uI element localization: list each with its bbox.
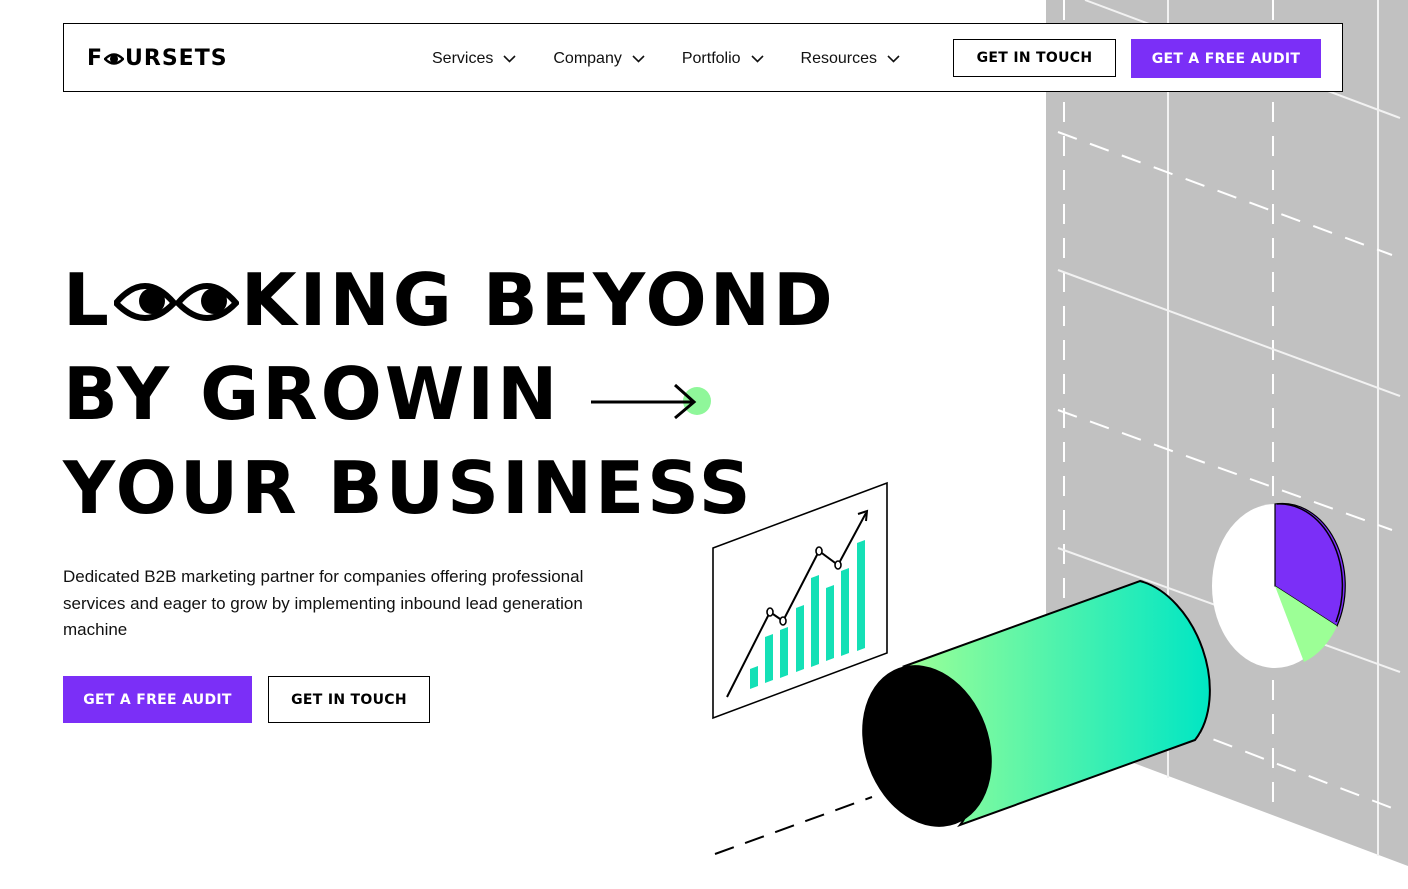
chevron-down-icon [503, 55, 516, 63]
nav-item-company[interactable]: Company [553, 48, 645, 70]
nav-label: Portfolio [681, 50, 741, 67]
nav-label: Resources [800, 50, 878, 67]
hero-line-2: BY GROWIN [63, 352, 561, 436]
hero-illustration [712, 0, 1408, 866]
brand-logo[interactable]: F URSETS [87, 46, 228, 72]
site-header: F URSETS Services Company Portfolio Reso… [63, 23, 1343, 92]
arrow-right-icon [591, 383, 711, 420]
hero-line-3: YOUR BUSINESS [63, 446, 754, 530]
chevron-down-icon [887, 55, 900, 63]
eyes-icon [113, 283, 239, 321]
logo-text-end: URSETS [125, 46, 228, 71]
header-get-in-touch-button[interactable]: GET IN TOUCH [953, 39, 1116, 77]
hero-free-audit-button[interactable]: GET A FREE AUDIT [63, 676, 252, 723]
hero-get-in-touch-button[interactable]: GET IN TOUCH [268, 676, 430, 723]
pie-chart-icon [1212, 502, 1346, 668]
hero-line-1-end: KING BEYOND [240, 258, 836, 342]
header-free-audit-button[interactable]: GET A FREE AUDIT [1131, 39, 1321, 78]
logo-text-start: F [87, 46, 104, 71]
cylinder-icon [862, 579, 1211, 828]
chevron-down-icon [750, 55, 764, 63]
eye-logo-icon [104, 53, 125, 65]
hero-line-1-start: L [63, 258, 112, 342]
nav-item-resources[interactable]: Resources [801, 48, 900, 70]
chevron-down-icon [632, 55, 645, 63]
nav-item-portfolio[interactable]: Portfolio [682, 48, 764, 70]
hero-line-1: L KING BEYOND [63, 260, 836, 340]
main-nav: Services Company Portfolio Resources [432, 48, 937, 70]
nav-label: Company [553, 50, 622, 67]
hero-description: Dedicated B2B marketing partner for comp… [63, 567, 584, 639]
nav-item-services[interactable]: Services [432, 48, 516, 70]
nav-label: Services [432, 50, 494, 67]
beam-line [714, 796, 873, 855]
